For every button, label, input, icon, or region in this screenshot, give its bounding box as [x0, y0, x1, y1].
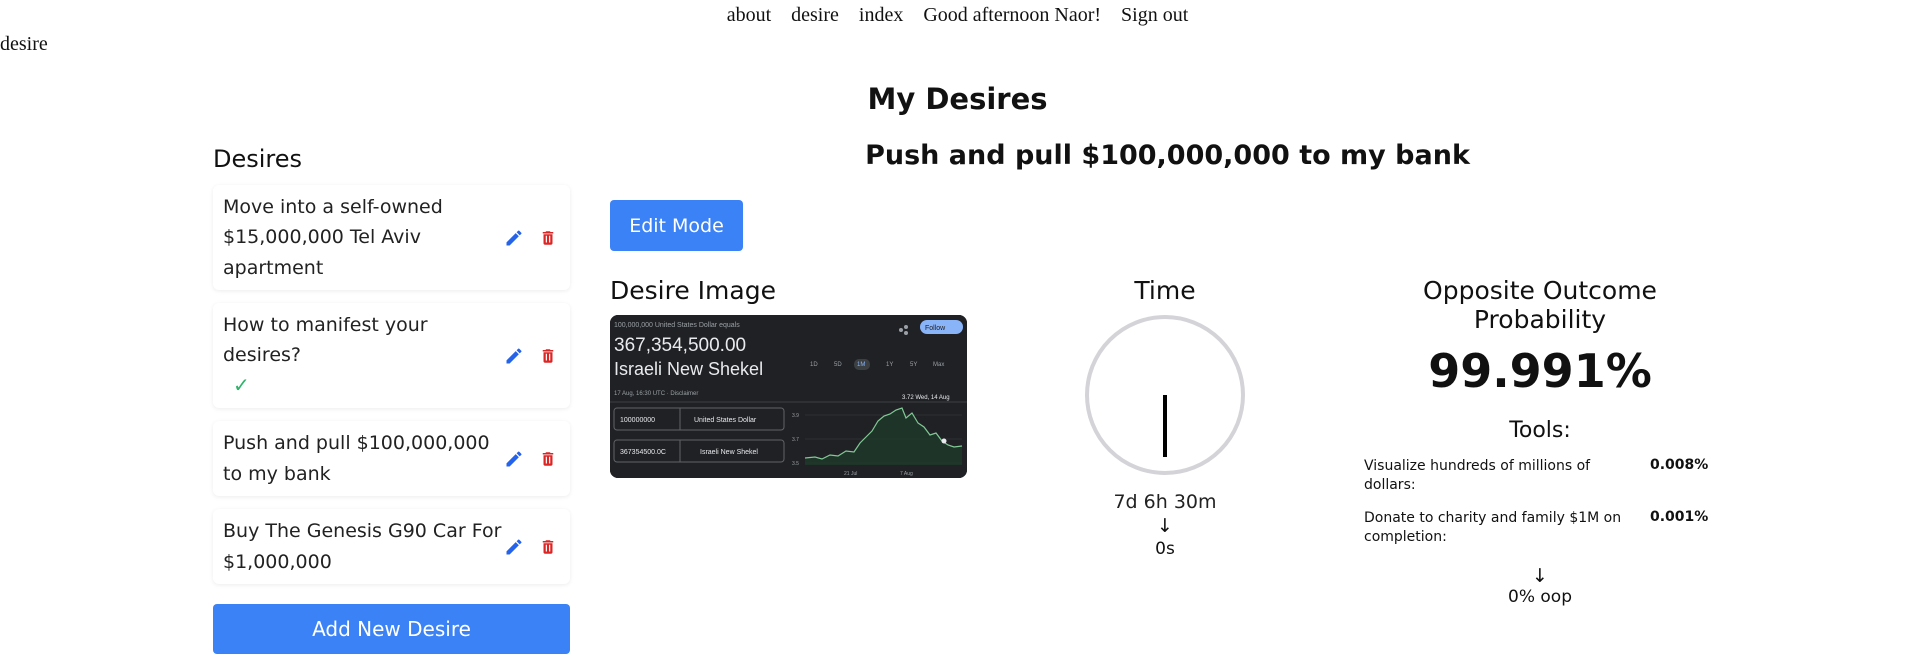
y-tick: 3.5 [792, 461, 799, 467]
route-label: desire [0, 33, 48, 55]
desire-item-label-wrap: Move into a self-owned $15,000,000 Tel A… [223, 192, 502, 283]
x-tick: 21 Jul [844, 471, 857, 477]
tools-heading: Tools: [1509, 418, 1571, 443]
tool-value: 0.008% [1650, 457, 1709, 473]
desire-item-label: Buy The Genesis G90 Car For $1,000,000 [223, 520, 502, 573]
tool-label: Visualize hundreds of millions of dollar… [1364, 458, 1591, 493]
nav-link-about[interactable]: about [727, 4, 771, 27]
edit-pencil-icon[interactable] [502, 226, 526, 250]
desires-sidebar: Desires Move into a self-owned $15,000,0… [213, 145, 570, 654]
time-remaining: 7d 6h 30m [1113, 491, 1217, 513]
edit-pencil-icon[interactable] [502, 344, 526, 368]
desire-item[interactable]: Push and pull $100,000,000 to my bank [213, 421, 570, 496]
down-arrow-icon: ↓ [1157, 515, 1173, 537]
seconds-value: 0s [1155, 539, 1175, 559]
greeting-text: Good afternoon Naor! [923, 4, 1102, 26]
chart-tooltip: 3.72 Wed, 14 Aug [902, 395, 950, 401]
tool-label: Donate to charity and family $1M on comp… [1364, 510, 1622, 545]
clock-dial [1085, 315, 1245, 475]
tool-value: 0.001% [1650, 509, 1709, 525]
image-timestamp: 17 Aug, 16:30 UTC · Disclaimer [614, 391, 698, 397]
desire-item-label-wrap: How to manifest your desires? ✓ [223, 310, 502, 401]
desire-item-label-wrap: Push and pull $100,000,000 to my bank [223, 428, 502, 489]
range-5d: 5D [834, 362, 842, 368]
desire-item-label: How to manifest your desires? [223, 314, 428, 366]
sign-out-link[interactable]: Sign out [1121, 4, 1188, 27]
desire-item-actions [502, 535, 560, 559]
desire-item-label: Push and pull $100,000,000 to my bank [223, 432, 490, 485]
desire-image-section: Desire Image 100,000,000 United States D… [610, 276, 970, 478]
desire-item[interactable]: Buy The Genesis G90 Car For $1,000,000 [213, 509, 570, 584]
range-1y: 1Y [886, 362, 893, 368]
to-currency: Israeli New Shekel [700, 449, 758, 456]
desire-item-label: Move into a self-owned $15,000,000 Tel A… [223, 196, 443, 279]
from-value: 100000000 [620, 417, 655, 424]
range-1d: 1D [810, 362, 818, 368]
delete-trash-icon[interactable] [536, 447, 560, 471]
time-section: Time 7d 6h 30m ↓ 0s [1040, 276, 1290, 559]
time-heading: Time [1134, 276, 1196, 305]
follow-label: Follow [925, 325, 946, 332]
to-value: 367354500.0C [620, 449, 666, 456]
x-tick: 7 Aug [900, 471, 913, 477]
down-arrow-icon: ↓ [1532, 565, 1548, 587]
image-currency: Israeli New Shekel [614, 359, 763, 379]
delete-trash-icon[interactable] [536, 535, 560, 559]
sidebar-heading: Desires [213, 145, 303, 173]
desire-image-heading: Desire Image [610, 276, 776, 305]
oop-value: 0% oop [1508, 587, 1572, 607]
tool-row: Donate to charity and family $1M on comp… [1360, 509, 1720, 547]
nav-link-desire[interactable]: desire [791, 4, 839, 27]
y-tick: 3.9 [792, 413, 799, 419]
edit-mode-button[interactable]: Edit Mode [610, 200, 743, 251]
completed-check-icon: ✓ [233, 373, 250, 397]
desire-item-actions [502, 447, 560, 471]
desire-title: Push and pull $100,000,000 to my bank [865, 140, 1470, 171]
from-currency: United States Dollar [694, 417, 757, 424]
page-title: My Desires [867, 82, 1048, 116]
probability-value: 99.991% [1428, 344, 1652, 398]
desire-image: 100,000,000 United States Dollar equals … [610, 315, 967, 478]
desire-item[interactable]: How to manifest your desires? ✓ [213, 303, 570, 408]
desire-item-actions [502, 344, 560, 368]
probability-section: Opposite Outcome Probability 99.991% Too… [1360, 276, 1720, 607]
image-caption: 100,000,000 United States Dollar equals [614, 322, 740, 329]
edit-pencil-icon[interactable] [502, 535, 526, 559]
range-5y: 5Y [910, 362, 917, 368]
desire-item[interactable]: Move into a self-owned $15,000,000 Tel A… [213, 185, 570, 290]
tool-row: Visualize hundreds of millions of dollar… [1360, 457, 1720, 495]
y-tick: 3.7 [792, 437, 799, 443]
delete-trash-icon[interactable] [536, 344, 560, 368]
range-max: Max [933, 362, 944, 368]
delete-trash-icon[interactable] [536, 226, 560, 250]
range-1m: 1M [857, 362, 865, 368]
probability-heading: Opposite Outcome Probability [1423, 276, 1657, 334]
edit-pencil-icon[interactable] [502, 447, 526, 471]
top-nav: about desire index Good afternoon Naor! … [0, 4, 1915, 27]
clock-hand [1163, 395, 1167, 457]
nav-link-index[interactable]: index [859, 4, 903, 27]
add-new-desire-button[interactable]: Add New Desire [213, 604, 570, 654]
desire-item-actions [502, 226, 560, 250]
image-amount: 367,354,500.00 [614, 335, 746, 356]
desire-item-label-wrap: Buy The Genesis G90 Car For $1,000,000 [223, 516, 502, 577]
